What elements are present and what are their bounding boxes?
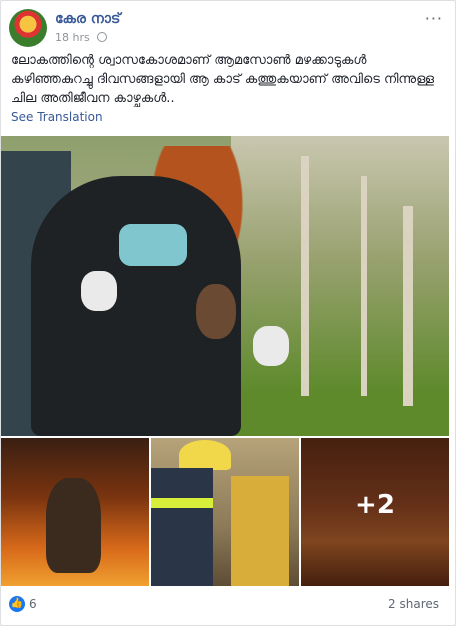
orangutan-face: [196, 284, 236, 339]
photo-thumbnail-1[interactable]: [1, 438, 149, 586]
reflective-stripe: [151, 498, 213, 508]
reaction-count[interactable]: 6: [29, 597, 37, 611]
photo-thumbnail-3[interactable]: +2: [301, 438, 449, 586]
photo-thumbnails: +2: [1, 438, 449, 586]
tree-trunk: [301, 156, 309, 396]
tree-trunk: [361, 176, 367, 396]
post-card: കേര നാട് 18 hrs ··· ലോകത്തിന്റെ ശ്വാസകോശ…: [0, 0, 456, 626]
helmet: [179, 440, 231, 470]
post-time[interactable]: 18 hrs: [55, 31, 90, 44]
post-meta: 18 hrs: [55, 31, 108, 44]
post-header: കേര നാട് 18 hrs ···: [9, 9, 447, 49]
more-options-icon[interactable]: ···: [425, 9, 443, 28]
like-reaction-icon[interactable]: 👍: [9, 596, 25, 612]
firefighter-figure: [231, 476, 289, 586]
main-photo[interactable]: [1, 136, 449, 436]
glove: [253, 326, 289, 366]
firefighter-figure: [151, 468, 213, 586]
glove: [81, 271, 117, 311]
page-avatar[interactable]: [9, 9, 47, 47]
more-photos-count[interactable]: +2: [301, 490, 449, 520]
post-text: ലോകത്തിന്റെ ശ്വാസകോശമാണ് ആമസോൺ മഴക്കാടുക…: [11, 53, 435, 106]
post-footer: 👍 6 2 shares: [1, 586, 455, 624]
face-mask: [119, 224, 187, 266]
animal-figure: [46, 478, 101, 573]
photo-thumbnail-2[interactable]: [151, 438, 299, 586]
shares-count[interactable]: 2 shares: [388, 597, 439, 611]
page-name[interactable]: കേര നാട്: [55, 11, 120, 27]
globe-icon: [97, 32, 108, 42]
tree-trunk: [403, 206, 413, 406]
see-translation-link[interactable]: See Translation: [11, 110, 103, 124]
